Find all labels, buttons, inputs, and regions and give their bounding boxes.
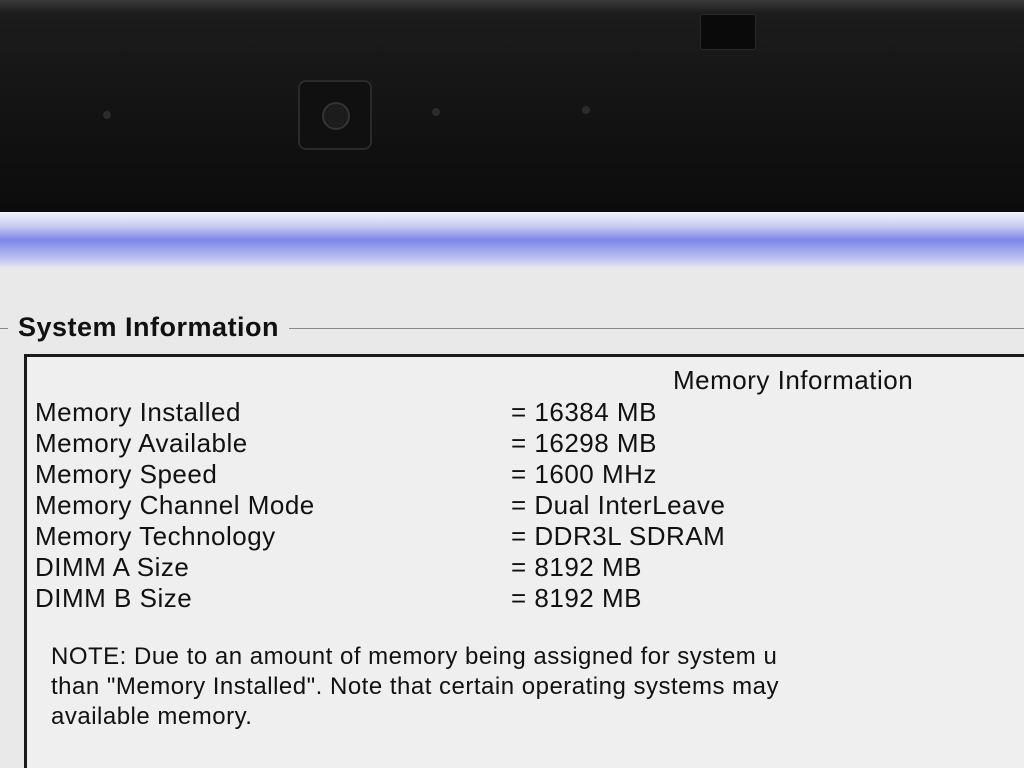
memory-technology-value: = DDR3L SDRAM [511,521,726,551]
page-title: System Information [8,312,290,343]
webcam-lens [322,102,350,130]
memory-channel-mode-value: = Dual InterLeave [511,490,726,520]
memory-technology-row: Memory Technology = DDR3L SDRAM [35,521,1024,553]
memory-channel-mode-row: Memory Channel Mode = Dual InterLeave [35,490,1024,522]
panel-header: Memory Information [673,365,914,395]
bios-screen: System Information Memory Information Me… [0,212,1024,768]
memory-available-row: Memory Available = 16298 MB [35,428,1024,460]
laptop-bezel [0,0,1024,212]
note-line: than "Memory Installed". Note that certa… [51,673,780,700]
dimm-a-size-label: DIMM A Size [35,552,190,582]
dimm-b-size-value: = 8192 MB [511,583,642,613]
memory-speed-row: Memory Speed = 1600 MHz [35,459,1024,491]
bios-title-bar [0,212,1024,268]
lid-latch [700,14,756,50]
memory-installed-label: Memory Installed [35,397,241,427]
dimm-b-size-label: DIMM B Size [35,583,193,613]
memory-available-label: Memory Available [35,428,248,458]
bezel-edge [0,0,1024,14]
memory-speed-value: = 1600 MHz [511,459,657,489]
memory-info-panel: Memory Information Memory Installed = 16… [24,354,1024,768]
dimm-b-size-row: DIMM B Size = 8192 MB [35,583,1024,615]
bezel-mic-dot [103,111,111,119]
dimm-a-size-row: DIMM A Size = 8192 MB [35,552,1024,584]
memory-technology-label: Memory Technology [35,521,276,551]
memory-channel-mode-label: Memory Channel Mode [35,490,315,520]
memory-installed-value: = 16384 MB [511,397,657,427]
memory-speed-label: Memory Speed [35,459,218,489]
bezel-mic-dot-right [582,106,590,114]
note-line: NOTE: Due to an amount of memory being a… [51,643,778,670]
webcam-indicator-led [432,108,440,116]
memory-available-value: = 16298 MB [511,428,657,458]
dimm-a-size-value: = 8192 MB [511,552,642,582]
webcam-icon [298,80,372,150]
memory-note: NOTE: Due to an amount of memory being a… [51,642,1024,732]
memory-installed-row: Memory Installed = 16384 MB [35,397,1024,429]
note-line: available memory. [51,703,253,730]
